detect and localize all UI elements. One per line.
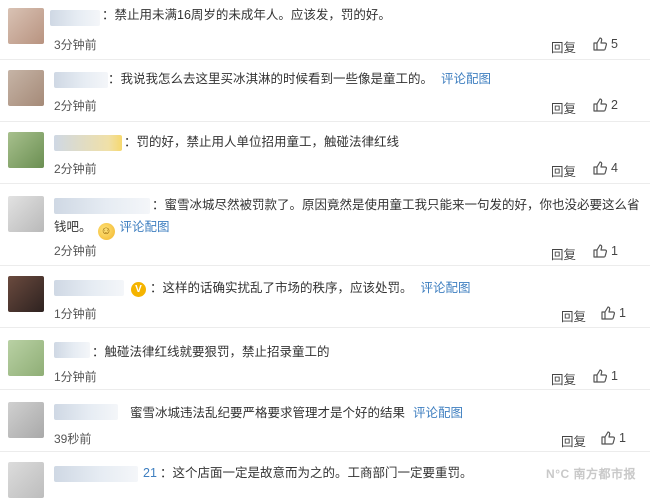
- avatar[interactable]: [8, 402, 44, 438]
- like-button[interactable]: 1: [592, 243, 618, 259]
- like-button[interactable]: 4: [592, 160, 618, 176]
- username[interactable]: [50, 10, 100, 26]
- comment-time: 1分钟前: [54, 370, 97, 384]
- reply-button[interactable]: 回复: [551, 244, 576, 263]
- like-count: 5: [611, 37, 618, 51]
- comment-time: 2分钟前: [54, 244, 97, 258]
- comment-time: 1分钟前: [54, 307, 97, 321]
- reply-button[interactable]: 回复: [551, 98, 576, 117]
- thumbs-up-icon: [601, 306, 616, 320]
- reply-button[interactable]: 回复: [551, 37, 576, 56]
- avatar[interactable]: [8, 276, 44, 312]
- thumbs-up-icon: [601, 431, 616, 445]
- comment-time: 2分钟前: [54, 99, 97, 113]
- reply-button[interactable]: 回复: [551, 161, 576, 180]
- username[interactable]: [54, 198, 150, 214]
- thumbs-up-icon: [593, 37, 608, 51]
- thumbs-up-icon: [593, 161, 608, 175]
- like-count: 1: [611, 369, 618, 383]
- comment-text: ：蜜雪冰城尽然被罚款了。原因竟然是使用童工我只能来一句发的好，你也没必要这么省: [152, 198, 640, 212]
- comment-text-continued: 钱吧。 ☺ 评论配图: [54, 216, 170, 240]
- username[interactable]: [54, 72, 108, 88]
- comment-text: ：罚的好，禁止用人单位招用童工，触碰法律红线: [124, 135, 400, 149]
- username[interactable]: [54, 466, 138, 482]
- comment-text: ：禁止用未满16周岁的未成年人。应该发，罚的好。: [102, 8, 391, 22]
- avatar[interactable]: [8, 70, 44, 106]
- avatar[interactable]: [8, 8, 44, 44]
- avatar[interactable]: [8, 132, 44, 168]
- like-count: 2: [611, 98, 618, 112]
- comment-text: ：我说我怎么去这里买冰淇淋的时候看到一些像是童工的。 评论配图: [108, 72, 492, 86]
- like-button[interactable]: 1: [592, 368, 618, 384]
- username[interactable]: [54, 280, 124, 296]
- comment-time: 39秒前: [54, 432, 92, 446]
- like-button[interactable]: 1: [600, 430, 626, 446]
- comment-image-link[interactable]: 评论配图: [413, 406, 463, 420]
- like-count: 4: [611, 161, 618, 175]
- comment-time: 3分钟前: [54, 38, 97, 52]
- comment-item: 蜜雪冰城违法乱纪要严格要求管理才是个好的结果 评论配图 39秒前 回复 1: [0, 390, 650, 452]
- avatar[interactable]: [8, 196, 44, 232]
- comment-text: ：这个店面一定是故意而为之的。工商部门一定要重罚。: [160, 466, 473, 480]
- like-button[interactable]: 5: [592, 36, 618, 52]
- emoji-icon: ☺: [97, 223, 115, 240]
- comment-item: ：罚的好，禁止用人单位招用童工，触碰法律红线 2分钟前 回复 4: [0, 122, 650, 184]
- watermark-logo: N°C 南方都市报: [546, 467, 636, 481]
- comment-time: 2分钟前: [54, 162, 97, 176]
- like-button[interactable]: 2: [592, 97, 618, 113]
- like-count: 1: [619, 431, 626, 445]
- comment-text: ：触碰法律红线就要狠罚，禁止招录童工的: [92, 345, 330, 359]
- reply-button[interactable]: 回复: [561, 431, 586, 450]
- comment-item: ：禁止用未满16周岁的未成年人。应该发，罚的好。 3分钟前 回复 5: [0, 0, 650, 60]
- like-count: 1: [611, 244, 618, 258]
- username-suffix: 21: [143, 466, 157, 480]
- comment-text: 蜜雪冰城违法乱纪要严格要求管理才是个好的结果 评论配图: [130, 406, 464, 420]
- comment-item: ：触碰法律红线就要狠罚，禁止招录童工的 1分钟前 回复 1: [0, 328, 650, 390]
- thumbs-up-icon: [593, 98, 608, 112]
- comment-image-link[interactable]: 评论配图: [120, 220, 170, 234]
- comment-image-link[interactable]: 评论配图: [441, 72, 491, 86]
- like-count: 1: [619, 306, 626, 320]
- username[interactable]: [54, 135, 122, 151]
- comment-item: V ：这样的话确实扰乱了市场的秩序，应该处罚。 评论配图 1分钟前 回复 1: [0, 266, 650, 328]
- reply-button[interactable]: 回复: [551, 369, 576, 388]
- like-button[interactable]: 1: [600, 305, 626, 321]
- avatar[interactable]: [8, 462, 44, 498]
- comment-item: ：我说我怎么去这里买冰淇淋的时候看到一些像是童工的。 评论配图 2分钟前 回复 2: [0, 60, 650, 122]
- thumbs-up-icon: [593, 369, 608, 383]
- verified-badge-icon: V: [131, 282, 146, 297]
- comment-image-link[interactable]: 评论配图: [421, 281, 471, 295]
- thumbs-up-icon: [593, 244, 608, 258]
- username[interactable]: [54, 342, 90, 358]
- username[interactable]: [54, 404, 118, 420]
- comment-item: ：蜜雪冰城尽然被罚款了。原因竟然是使用童工我只能来一句发的好，你也没必要这么省 …: [0, 184, 650, 266]
- avatar[interactable]: [8, 340, 44, 376]
- reply-button[interactable]: 回复: [561, 306, 586, 325]
- comment-text: ：这样的话确实扰乱了市场的秩序，应该处罚。 评论配图: [150, 281, 471, 295]
